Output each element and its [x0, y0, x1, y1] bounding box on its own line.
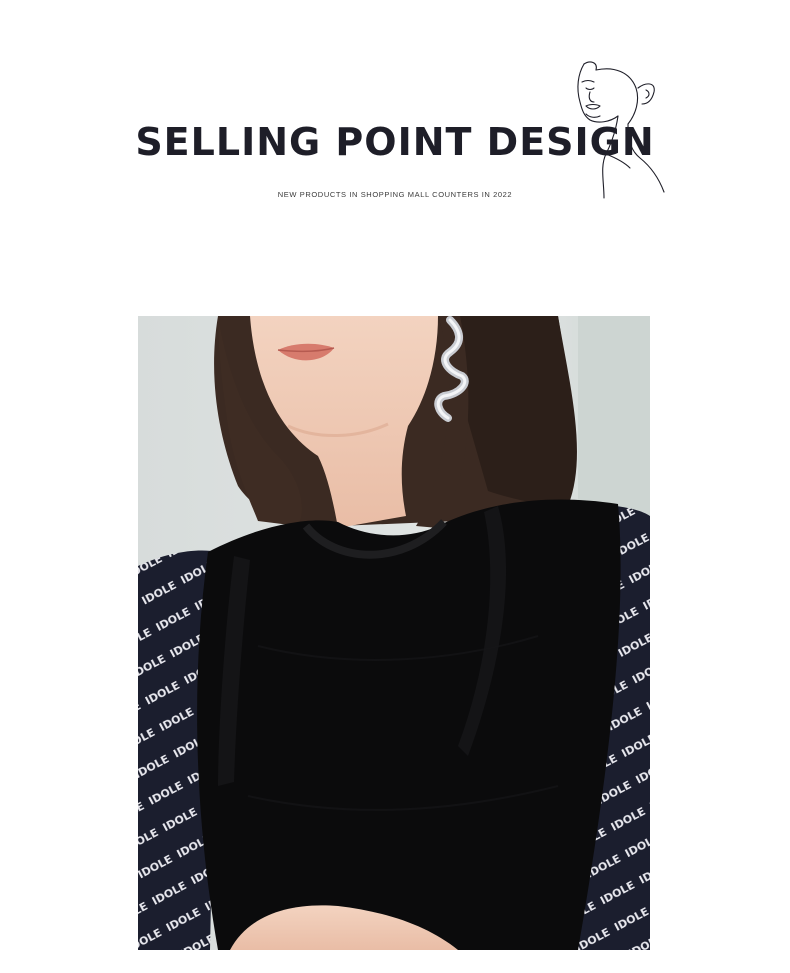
header-section: SELLING POINT DESIGN NEW PRODUCTS IN SHO… — [0, 0, 790, 230]
model-image: IDOLE — [138, 316, 650, 950]
product-photo: IDOLE — [138, 316, 650, 950]
face-line-art-icon — [577, 61, 665, 199]
